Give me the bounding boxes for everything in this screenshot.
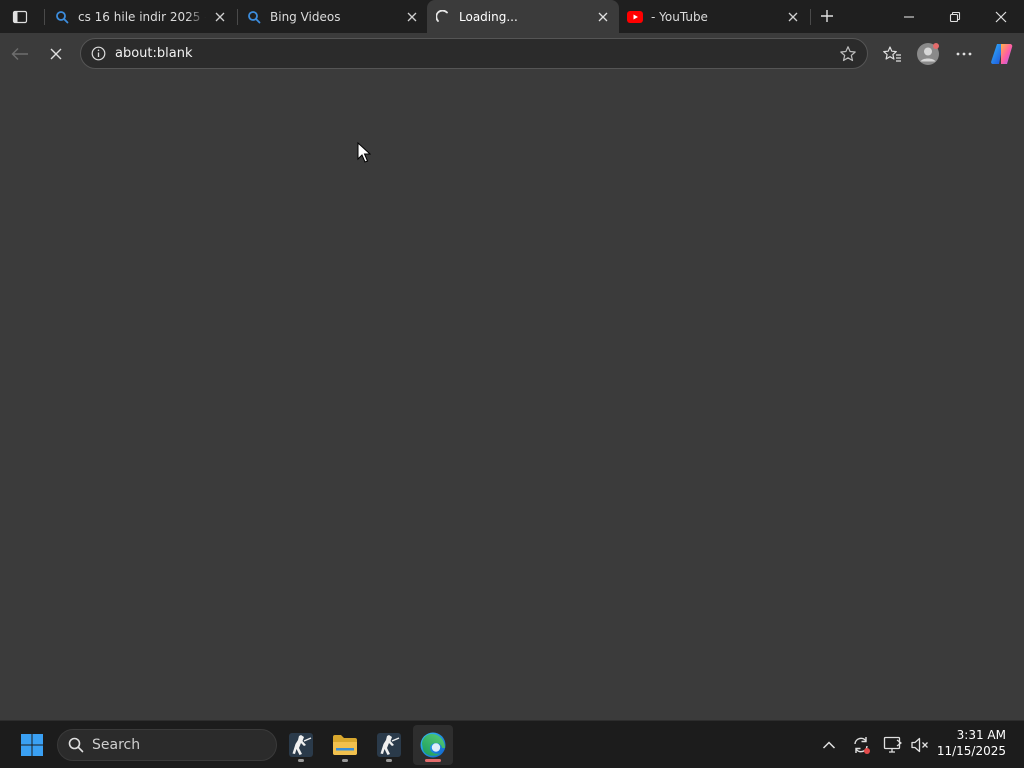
clock-time: 3:31 AM [956, 728, 1006, 742]
sync-icon [854, 737, 870, 754]
speaker-muted-icon [911, 737, 928, 753]
info-icon [91, 46, 105, 61]
profile-button[interactable] [913, 40, 943, 68]
stop-loading-button[interactable] [41, 40, 71, 68]
taskbar-app-counter-strike-2[interactable] [369, 725, 409, 765]
arrow-left-icon [11, 48, 28, 60]
site-info-button[interactable] [83, 39, 113, 69]
chevron-up-icon [822, 741, 836, 749]
display-button[interactable] [879, 729, 907, 761]
search-icon [68, 737, 84, 753]
running-indicator [386, 759, 392, 762]
navigation-toolbar: about:blank [0, 33, 1024, 76]
tab-title: cs 16 hile indir 2025 - Search [78, 9, 206, 24]
back-button[interactable] [5, 40, 35, 68]
tab-close-button[interactable] [404, 9, 420, 25]
tab-divider [44, 9, 45, 25]
tab-youtube[interactable]: - YouTube [619, 0, 809, 33]
close-icon [788, 12, 798, 21]
tab-actions-icon [12, 10, 28, 24]
plus-icon [821, 10, 833, 22]
tab-search[interactable]: cs 16 hile indir 2025 - Search [46, 0, 236, 33]
minimize-icon [904, 15, 914, 18]
taskbar-app-counter-strike[interactable] [281, 725, 321, 765]
bing-search-icon [246, 9, 262, 25]
tab-bing-videos[interactable]: Bing Videos [238, 0, 428, 33]
tab-strip: cs 16 hile indir 2025 - Search Bing Vide… [0, 0, 1024, 33]
copilot-icon [991, 44, 1013, 64]
tab-title: Bing Videos [270, 9, 341, 24]
monitor-icon [883, 736, 902, 753]
show-hidden-icons-button[interactable] [815, 729, 843, 761]
taskbar-app-edge[interactable] [413, 725, 453, 765]
system-clock[interactable]: 3:31 AM 11/15/2025 [936, 727, 1012, 763]
windows-logo-icon [21, 734, 43, 756]
counter-strike-icon [377, 733, 401, 757]
favorites-button[interactable] [877, 40, 907, 68]
browser-window: cs 16 hile indir 2025 - Search Bing Vide… [0, 0, 1024, 720]
close-icon [50, 48, 62, 60]
edge-browser-icon [420, 732, 446, 758]
tab-divider [810, 9, 811, 25]
tab-title: - YouTube [651, 9, 708, 24]
tab-close-button[interactable] [212, 9, 228, 25]
address-url[interactable]: about:blank [115, 46, 833, 61]
tab-actions-button[interactable] [6, 5, 34, 29]
start-button[interactable] [12, 725, 52, 765]
counter-strike-icon [289, 733, 313, 757]
folder-icon [333, 735, 357, 755]
tab-loading[interactable]: Loading... [427, 0, 619, 33]
loading-spinner-icon [435, 9, 451, 25]
sync-status-button[interactable] [847, 729, 875, 761]
close-icon [995, 11, 1007, 22]
tab-title: Loading... [459, 9, 518, 24]
running-indicator [298, 759, 304, 762]
active-indicator [425, 759, 441, 762]
restore-button[interactable] [932, 0, 978, 33]
copilot-button[interactable] [987, 40, 1017, 68]
star-icon [840, 45, 856, 61]
avatar-icon [917, 43, 939, 65]
minimize-button[interactable] [886, 0, 932, 33]
clock-date: 11/15/2025 [936, 744, 1006, 758]
close-window-button[interactable] [978, 0, 1024, 33]
close-icon [407, 12, 417, 21]
favorites-icon [883, 46, 901, 62]
volume-network-button[interactable] [906, 729, 934, 761]
tab-close-button[interactable] [785, 9, 801, 25]
mouse-cursor-icon [357, 142, 371, 163]
page-content[interactable] [0, 76, 1024, 720]
add-favorite-button[interactable] [833, 39, 863, 69]
windows-taskbar: Search 3:31 AM 11/15/2025 [0, 720, 1024, 768]
search-label: Search [92, 737, 141, 753]
new-tab-button[interactable] [814, 5, 840, 27]
bing-search-icon [54, 9, 70, 25]
taskbar-search[interactable]: Search [57, 729, 277, 761]
settings-more-button[interactable] [949, 40, 979, 68]
more-horizontal-icon [956, 52, 972, 56]
close-icon [215, 12, 225, 21]
running-indicator [342, 759, 348, 762]
address-bar[interactable]: about:blank [80, 38, 868, 69]
taskbar-app-file-explorer[interactable] [325, 725, 365, 765]
tab-close-button[interactable] [595, 9, 611, 25]
close-icon [598, 12, 608, 21]
restore-icon [949, 11, 961, 22]
youtube-icon [627, 9, 643, 25]
